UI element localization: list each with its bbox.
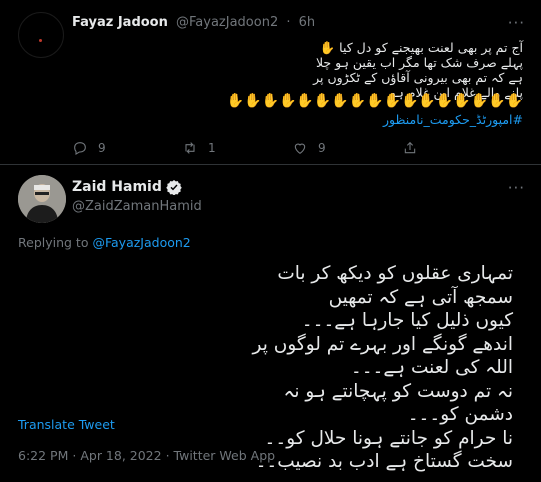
reply-tweet[interactable]: Fayaz Jadoon @FayazJadoon2 · 6h ··· آج ت… <box>0 0 541 165</box>
reply-button[interactable]: 9 <box>72 140 106 156</box>
main-tweet-header: Zaid Hamid @ZaidZamanHamid ··· <box>0 165 541 235</box>
like-count: 9 <box>318 141 326 155</box>
separator: · <box>165 448 170 463</box>
tweet-text-line: تمہاری عقلوں کو دیکھ کر بات سمجھ آتی ہے … <box>277 263 513 308</box>
tweet-actions: 9 1 9 <box>72 140 492 156</box>
avatar[interactable] <box>18 175 66 223</box>
author-name[interactable]: Zaid Hamid <box>72 179 162 195</box>
reply-tweet-header: Fayaz Jadoon @FayazJadoon2 · 6h <box>72 15 315 30</box>
like-button[interactable]: 9 <box>292 140 326 156</box>
retweet-icon <box>185 142 195 154</box>
raised-hand-emojis: ✋✋✋✋✋✋✋✋✋✋✋✋✋✋✋✋✋ <box>226 93 523 109</box>
tweet-text: تمہاری عقلوں کو دیکھ کر بات سمجھ آتی ہے … <box>230 262 513 474</box>
verified-badge-icon <box>166 180 182 195</box>
mention-link[interactable]: @FayazJadoon2 <box>92 235 190 250</box>
share-button[interactable] <box>402 140 418 156</box>
tweet-text-line: نہ تم دوست کو پہچانتے ہو نہ دشمن کو۔۔۔ <box>283 380 513 426</box>
reply-count: 9 <box>98 141 106 155</box>
retweet-count: 1 <box>208 141 216 155</box>
heart-icon <box>294 143 306 154</box>
author-handle[interactable]: @FayazJadoon2 <box>176 15 278 30</box>
tweet-text-line: آج تم پر بھی لعنت بھیجنے کو دل کیا ✋ <box>319 40 523 55</box>
retweet-button[interactable]: 1 <box>182 140 216 156</box>
tweet-date[interactable]: Apr 18, 2022 <box>80 448 161 463</box>
tweet-text-line: نا حرام کو جانتے ہونا حلال کو۔۔ <box>264 427 513 449</box>
author-name[interactable]: Fayaz Jadoon <box>72 15 168 30</box>
author-handle[interactable]: @ZaidZamanHamid <box>72 199 202 214</box>
tweet-text-line: اندھے گونگے اور بہرے تم لوگوں پر اللہ کی… <box>252 333 513 379</box>
reply-icon <box>74 142 86 155</box>
tweet-meta: 6:22 PM · Apr 18, 2022 · Twitter Web App <box>18 448 275 463</box>
hashtag-link[interactable]: #امپورٹڈ_حکومت_نامنظور <box>383 112 523 127</box>
more-horizontal-icon[interactable]: ··· <box>508 179 525 197</box>
separator: · <box>72 448 77 463</box>
translate-tweet-link[interactable]: Translate Tweet <box>18 417 115 432</box>
replying-label: Replying to <box>18 235 89 250</box>
author-name-row[interactable]: Zaid Hamid <box>72 179 182 195</box>
tweet-text-line: پہلے صرف شک تھا مگر اب یقین ہو چلا ہے کہ… <box>313 55 523 85</box>
separator: · <box>286 15 291 30</box>
avatar[interactable] <box>18 12 64 58</box>
share-icon <box>404 141 416 154</box>
replying-to: Replying to @FayazJadoon2 <box>18 235 191 250</box>
tweet-time[interactable]: 6h <box>299 15 316 30</box>
more-horizontal-icon[interactable]: ··· <box>508 14 525 32</box>
tweet-text: آج تم پر بھی لعنت بھیجنے کو دل کیا ✋ پہل… <box>300 40 523 100</box>
tweet-time[interactable]: 6:22 PM <box>18 448 68 463</box>
tweet-source[interactable]: Twitter Web App <box>174 448 276 463</box>
tweet-text-line: کیوں ذلیل کیا جارہا ہے۔۔۔ <box>301 310 513 331</box>
